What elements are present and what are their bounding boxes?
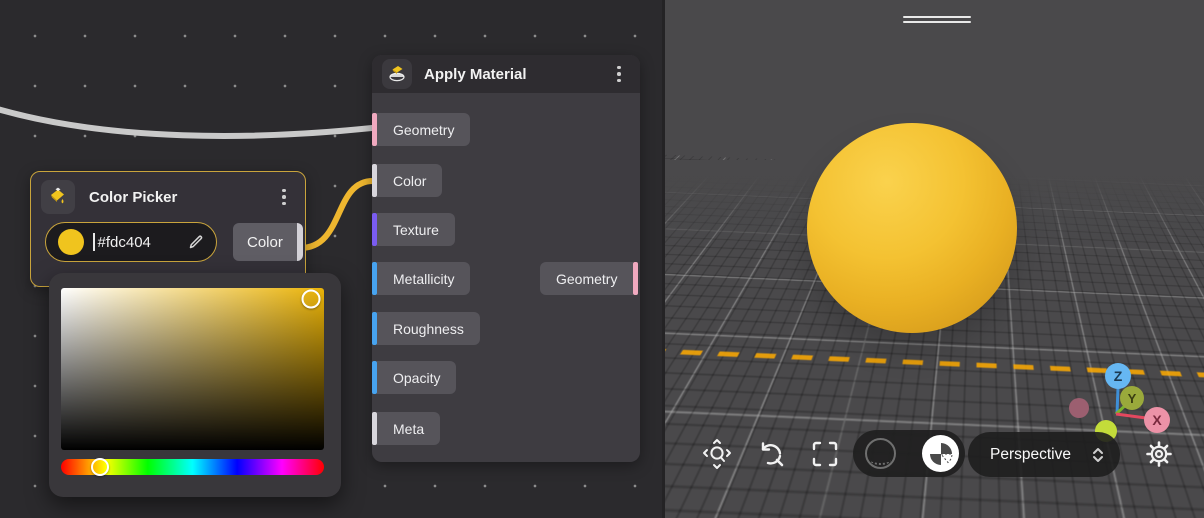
paint-bucket-icon [41,180,75,214]
color-swatch[interactable] [58,229,84,255]
hue-slider[interactable] [61,459,324,475]
input-port-opacity[interactable]: Opacity [372,361,456,394]
hue-selector[interactable] [91,458,109,476]
port-label: Geometry [377,113,470,146]
node-menu-button[interactable] [608,64,630,85]
frame-fit-button[interactable] [809,438,841,470]
port-label: Geometry [540,262,633,295]
preview-sphere[interactable] [807,123,1017,333]
input-port-geometry[interactable]: Geometry [372,113,470,146]
wireframe-mode-icon[interactable] [865,438,896,469]
pan-zoom-button[interactable] [701,438,733,470]
axis-z-label: Z [1114,368,1123,384]
hex-value[interactable]: #fdc404 [98,234,180,251]
settings-gear-button[interactable] [1143,438,1175,470]
edit-pencil-icon[interactable] [188,234,204,250]
apply-material-node[interactable]: Apply Material Geometry Color Texture Me… [372,55,640,462]
color-picker-popup [49,273,341,497]
port-label: Metallicity [377,262,470,295]
app-window: Color Picker #fdc404 Color [0,0,1204,518]
axis-x-label: X [1152,412,1162,428]
port-label: Texture [377,213,455,246]
input-port-metallicity[interactable]: Metallicity [372,262,470,295]
orbit-reset-button[interactable] [755,438,787,470]
input-port-texture[interactable]: Texture [372,213,455,246]
port-label: Opacity [377,361,456,394]
viewport-drag-handle[interactable] [903,16,971,23]
camera-mode-label: Perspective [990,446,1092,464]
color-output-label: Color [233,223,297,261]
input-port-meta[interactable]: Meta [372,412,440,445]
sv-selector[interactable] [301,290,320,309]
output-port-geometry[interactable]: Geometry [540,262,638,295]
axis-y-label: Y [1128,391,1137,406]
axis-neg-x[interactable] [1069,398,1089,418]
node-menu-button[interactable] [273,187,295,208]
node-title: Color Picker [89,189,259,206]
node-editor-canvas[interactable]: Color Picker #fdc404 Color [0,0,662,518]
color-picker-node-header[interactable]: Color Picker [31,172,305,218]
port-label: Color [377,164,442,197]
shading-mode-toggle[interactable] [853,430,965,477]
viewport-toolbar: Perspective [665,438,1204,488]
apply-material-icon [382,59,412,89]
3d-viewport[interactable]: Z Y X [662,0,1204,518]
apply-material-node-header[interactable]: Apply Material [372,55,640,93]
port-pin[interactable] [633,262,638,295]
camera-mode-dropdown[interactable]: Perspective [968,432,1120,477]
port-label: Meta [377,412,440,445]
text-cursor [93,233,95,251]
color-output-port[interactable]: Color [233,223,303,261]
node-title: Apply Material [424,66,596,83]
hex-color-input[interactable]: #fdc404 [45,222,217,262]
input-port-roughness[interactable]: Roughness [372,312,480,345]
color-output-port-pin[interactable] [297,223,303,261]
shaded-mode-icon[interactable] [922,435,959,472]
port-label: Roughness [377,312,480,345]
saturation-value-area[interactable] [61,288,324,450]
input-port-color[interactable]: Color [372,164,442,197]
color-picker-node[interactable]: Color Picker #fdc404 Color [30,171,306,287]
chevron-up-down-icon [1092,446,1104,464]
